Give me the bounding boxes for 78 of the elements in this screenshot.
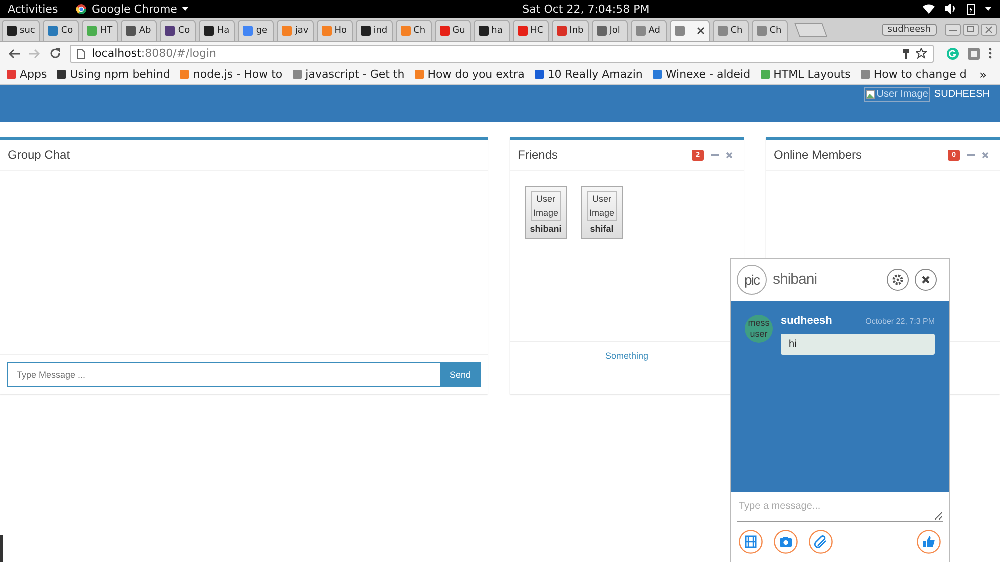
minimize-icon[interactable] <box>711 151 719 159</box>
bookmark-item[interactable]: How to change d <box>874 68 967 81</box>
film-icon[interactable] <box>739 530 763 554</box>
browser-tab[interactable]: Ch <box>712 20 749 41</box>
new-tab-button[interactable] <box>794 23 828 37</box>
contact-name: shibani <box>773 271 818 288</box>
bookmark-item[interactable]: 10 Really Amazin <box>548 68 643 81</box>
bookmarks-overflow-button[interactable]: » <box>980 68 987 82</box>
browser-tab[interactable]: Inb <box>552 20 589 41</box>
user-name[interactable]: SUDHEESH <box>934 87 990 102</box>
bookmark-item[interactable]: Using npm behind <box>70 68 170 81</box>
browser-tab[interactable]: Ha <box>199 20 236 41</box>
menu-icon[interactable] <box>989 48 992 59</box>
browser-tab[interactable]: ha <box>474 20 510 41</box>
footer-link[interactable]: Something <box>605 351 649 361</box>
broken-image-icon <box>866 90 875 99</box>
page-icon <box>77 48 85 58</box>
volume-icon[interactable] <box>945 4 957 14</box>
panel-title: Friends <box>518 148 558 162</box>
address-bar[interactable]: localhost:8080/#/login <box>70 44 934 62</box>
bookmark-item[interactable]: node.js - How to <box>193 68 283 81</box>
close-icon[interactable] <box>696 27 705 35</box>
avatar-image: mess user <box>745 314 773 343</box>
browser-tab[interactable]: Co <box>160 20 196 41</box>
url-text: localhost:8080/#/login <box>92 47 217 60</box>
caret-icon[interactable] <box>985 7 992 11</box>
browser-tab[interactable]: Jol <box>592 20 628 41</box>
app-menu-label[interactable]: Google Chrome <box>92 2 178 16</box>
maximize-icon[interactable] <box>963 24 979 36</box>
browser-tab[interactable]: Ab <box>121 20 158 41</box>
message-time: October 22, 7:3 PM <box>866 316 935 326</box>
avatar-image: pic <box>737 264 767 295</box>
friend-card[interactable]: User Image shifal <box>581 186 623 239</box>
minimize-icon[interactable] <box>945 24 961 36</box>
back-icon[interactable] <box>8 48 20 58</box>
sender-name: sudheesh <box>781 314 832 327</box>
send-button[interactable]: Send <box>440 362 481 387</box>
thumbs-up-icon[interactable] <box>917 530 941 554</box>
bookmark-item[interactable]: How do you extra <box>428 68 525 81</box>
bookmark-item[interactable]: Apps <box>20 68 48 81</box>
chrome-logo-icon <box>76 4 87 14</box>
browser-tab[interactable]: Co <box>43 20 80 41</box>
browser-tab[interactable]: ge <box>238 20 274 41</box>
panel-title: Group Chat <box>8 148 70 162</box>
friend-card[interactable]: User Image shibani <box>525 186 567 239</box>
paperclip-icon[interactable] <box>809 530 833 554</box>
minimize-icon[interactable] <box>967 151 975 159</box>
bookmark-item[interactable]: Winexe - aldeid <box>666 68 751 81</box>
browser-tab[interactable]: HC <box>512 20 549 41</box>
browser-tab[interactable]: HT <box>82 20 118 41</box>
settings-icon[interactable] <box>887 268 909 291</box>
activities-button[interactable]: Activities <box>8 2 70 16</box>
message-input[interactable]: Type Message ... <box>7 362 440 387</box>
profile-button[interactable]: sudheesh <box>882 24 937 36</box>
browser-tab[interactable]: Ad <box>630 20 667 41</box>
panel-title: Online Members <box>774 148 862 162</box>
battery-icon[interactable] <box>967 4 975 14</box>
extension-icon[interactable] <box>947 48 959 60</box>
browser-tab[interactable]: Ho <box>316 20 353 41</box>
browser-tab[interactable]: suc <box>2 20 40 41</box>
broken-image: User Image <box>864 87 930 102</box>
browser-tab[interactable]: Ch <box>396 20 432 41</box>
bookmark-item[interactable]: javascript - Get th <box>306 68 405 81</box>
wifi-icon[interactable] <box>923 4 935 14</box>
caret-icon[interactable] <box>182 7 190 11</box>
reload-icon[interactable] <box>50 48 61 59</box>
browser-tab[interactable]: ind <box>356 20 393 41</box>
star-icon[interactable] <box>916 48 927 59</box>
browser-tab[interactable]: Gu <box>434 20 471 41</box>
key-icon[interactable] <box>903 48 909 58</box>
close-icon[interactable] <box>915 268 937 291</box>
bookmark-item[interactable]: HTML Layouts <box>774 68 851 81</box>
extension-icon[interactable] <box>968 48 980 60</box>
browser-tab[interactable]: jav <box>277 20 314 41</box>
camera-icon[interactable] <box>774 530 798 554</box>
message-bubble: hi <box>781 334 935 355</box>
clock[interactable]: Sat Oct 22, 7:04:58 PM <box>249 2 923 16</box>
browser-tab[interactable]: Ch <box>752 20 788 41</box>
